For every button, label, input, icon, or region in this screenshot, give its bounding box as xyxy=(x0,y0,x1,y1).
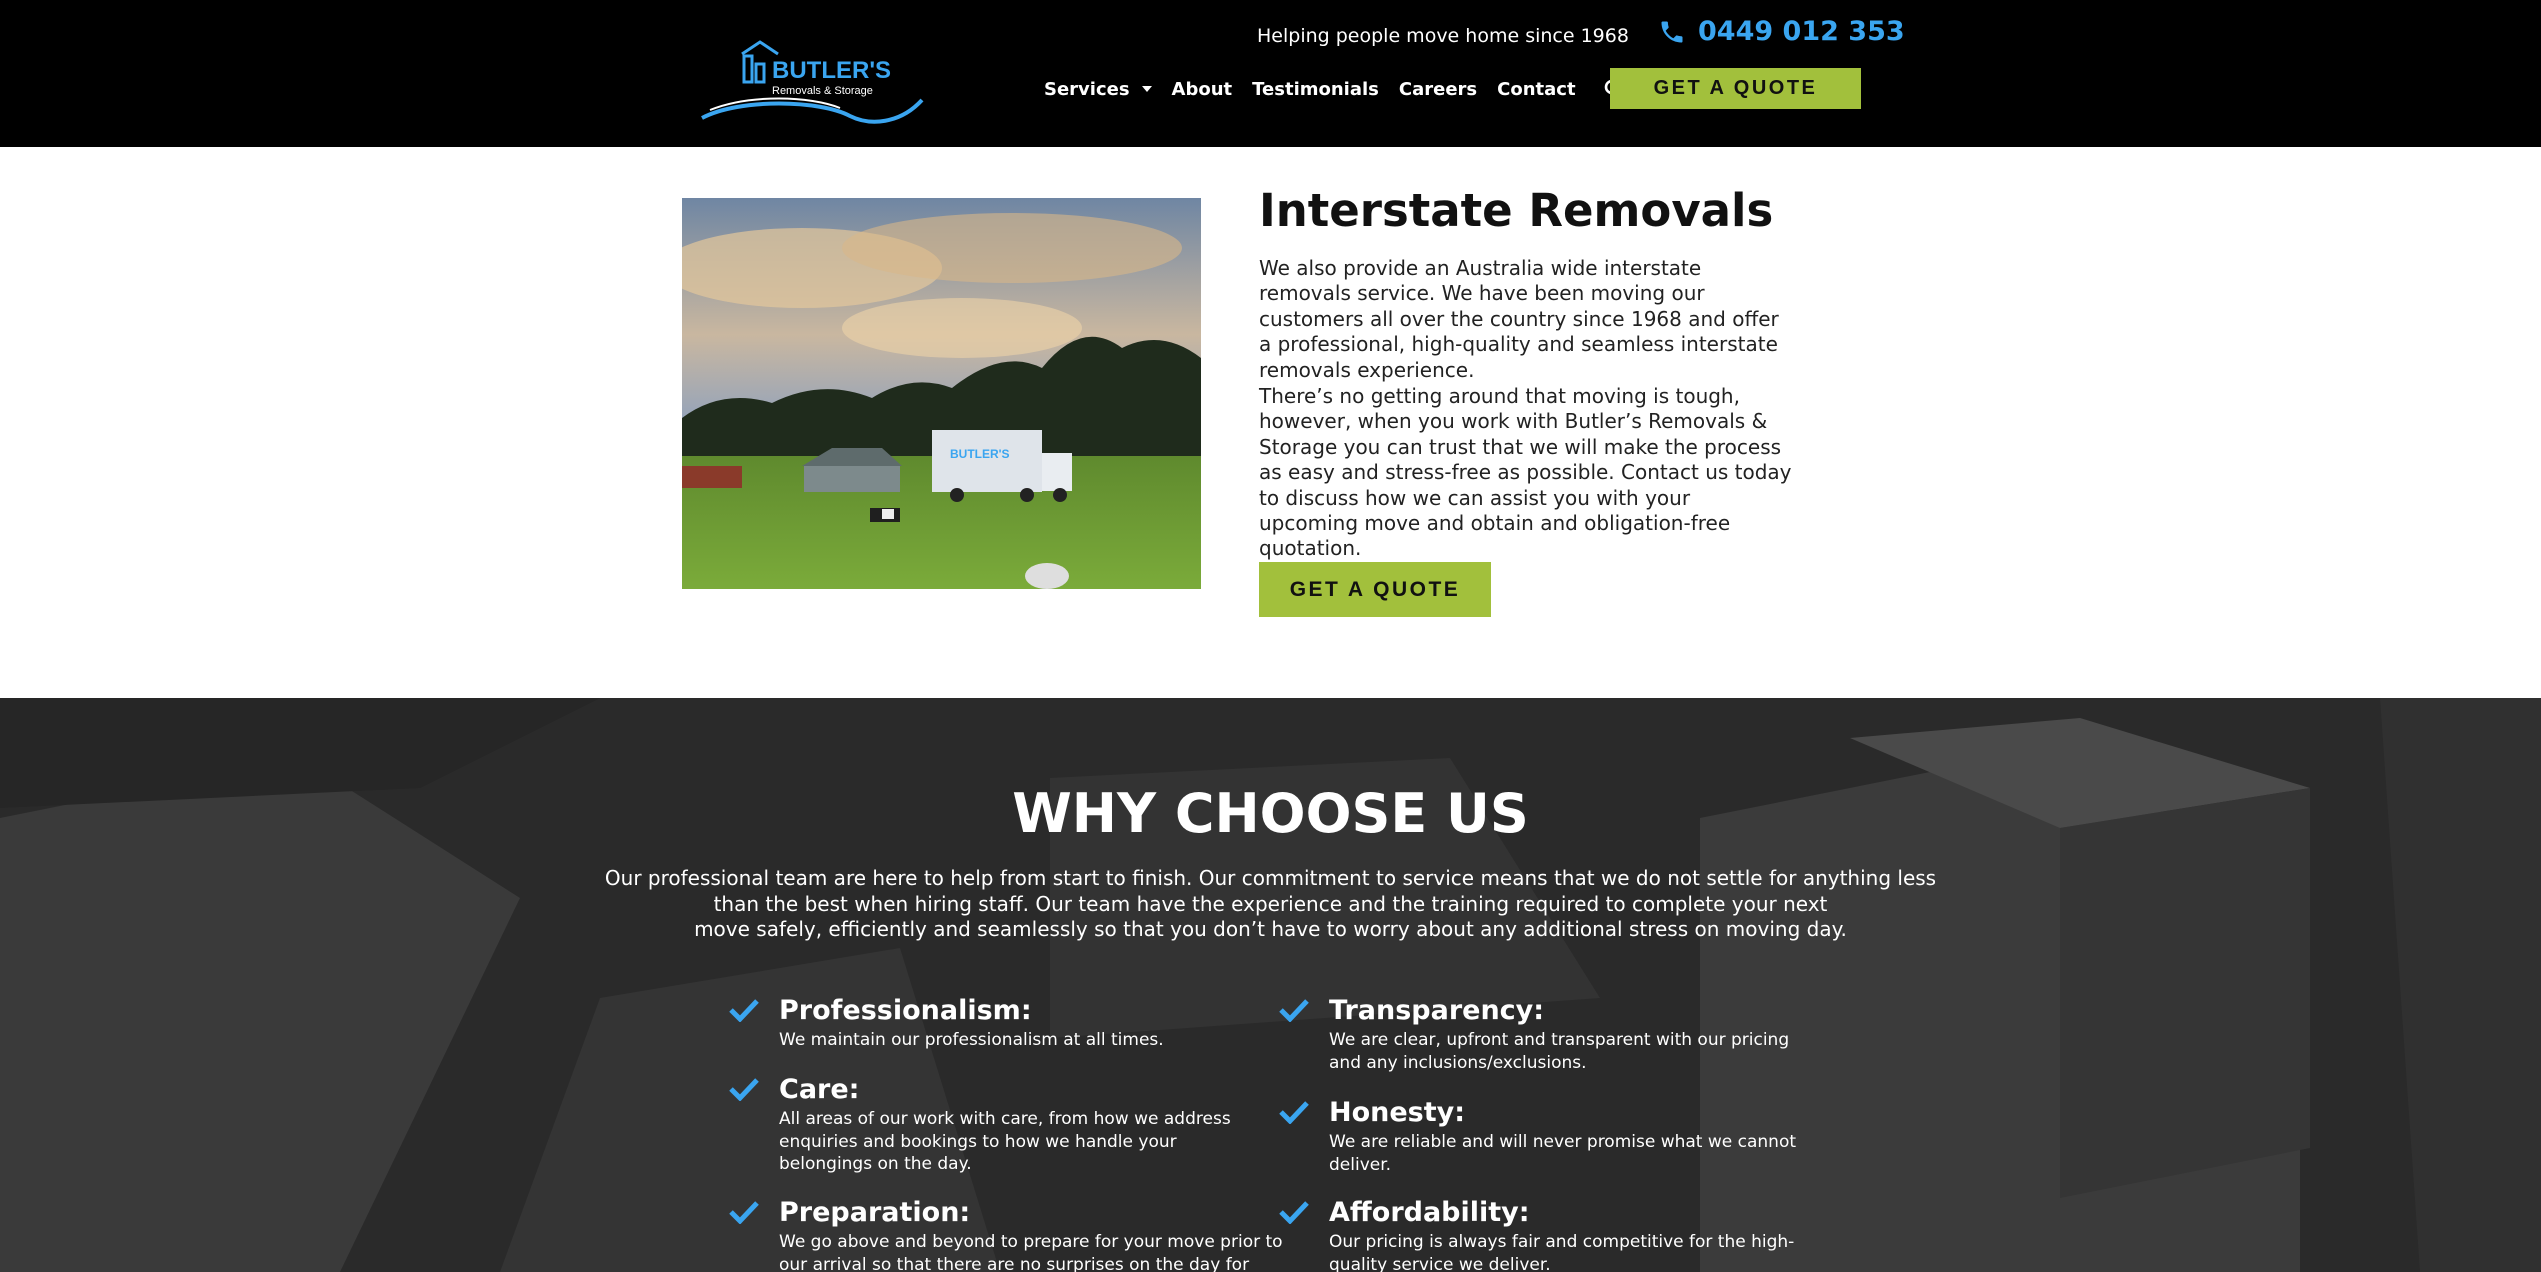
feature-care: Care: All areas of our work with care, f… xyxy=(729,1073,1269,1176)
check-icon xyxy=(729,1078,759,1101)
feature-text: All areas of our work with care, from ho… xyxy=(779,1109,1231,1174)
feature-text: Our pricing is always fair and competiti… xyxy=(1329,1232,1795,1272)
feature-honesty: Honesty: We are reliable and will never … xyxy=(1279,1096,1799,1176)
phone-number: 0449 012 353 xyxy=(1698,16,1905,47)
check-icon xyxy=(1279,1201,1309,1224)
check-icon xyxy=(1279,999,1309,1022)
feature-title: Affordability: xyxy=(1329,1197,1530,1228)
why-choose-us-section: WHY CHOOSE US Our professional team are … xyxy=(0,698,2541,1272)
feature-text: We go above and beyond to prepare for yo… xyxy=(779,1232,1283,1272)
svg-text:BUTLER'S: BUTLER'S xyxy=(950,447,1010,461)
nav-about[interactable]: About xyxy=(1172,79,1233,100)
check-icon xyxy=(729,1201,759,1224)
butlers-logo[interactable]: BUTLER'S Removals & Storage xyxy=(700,36,924,136)
feature-text: We maintain our professionalism at all t… xyxy=(779,1030,1164,1050)
feature-title: Preparation: xyxy=(779,1197,971,1228)
intro-paragraph: We also provide an Australia wide inters… xyxy=(1259,256,1779,382)
phone-link[interactable]: 0449 012 353 xyxy=(1658,16,1905,47)
nav-testimonials[interactable]: Testimonials xyxy=(1252,79,1379,100)
feature-title: Transparency: xyxy=(1329,995,1545,1026)
phone-icon xyxy=(1661,21,1683,42)
tagline: Helping people move home since 1968 xyxy=(1257,25,1629,47)
why-intro: Our professional team are here to help f… xyxy=(580,866,1961,943)
feature-title: Honesty: xyxy=(1329,1097,1466,1128)
why-intro-line: Our professional team are here to help f… xyxy=(604,866,1937,916)
why-title: WHY CHOOSE US xyxy=(1012,782,1529,845)
nav-careers[interactable]: Careers xyxy=(1399,79,1477,100)
check-icon xyxy=(1279,1101,1309,1124)
truck-sunset-photo: BUTLER'S xyxy=(682,198,1201,589)
site-header: BUTLER'S Removals & Storage Helping peop… xyxy=(0,0,2541,147)
nav-contact[interactable]: Contact xyxy=(1497,79,1575,100)
chevron-down-icon xyxy=(1141,86,1152,92)
nav-services[interactable]: Services xyxy=(1044,79,1152,100)
feature-preparation: Preparation: We go above and beyond to p… xyxy=(729,1196,1284,1272)
feature-text: We are clear, upfront and transparent wi… xyxy=(1329,1030,1790,1073)
feature-professionalism: Professionalism: We maintain our profess… xyxy=(729,994,1299,1052)
page-title: Interstate Removals xyxy=(1259,184,1774,237)
nav-services-label: Services xyxy=(1044,78,1130,100)
why-intro-line: move safely, efficiently and seamlessly … xyxy=(694,917,1847,941)
get-a-quote-button-content[interactable]: GET A QUOTE xyxy=(1259,562,1491,617)
logo-text: BUTLER'S xyxy=(772,57,891,84)
get-a-quote-button[interactable]: GET A QUOTE xyxy=(1610,68,1861,109)
feature-transparency: Transparency: We are clear, upfront and … xyxy=(1279,994,1819,1074)
feature-affordability: Affordability: Our pricing is always fai… xyxy=(1279,1196,1799,1272)
check-icon xyxy=(729,999,759,1022)
feature-text: We are reliable and will never promise w… xyxy=(1329,1132,1797,1175)
feature-title: Professionalism: xyxy=(779,995,1032,1026)
main-nav: Services About Testimonials Careers Cont… xyxy=(1044,74,1624,104)
contact-paragraph: There’s no getting around that moving is… xyxy=(1259,384,1792,561)
logo-subtext: Removals & Storage xyxy=(772,85,873,97)
feature-title: Care: xyxy=(779,1074,860,1105)
